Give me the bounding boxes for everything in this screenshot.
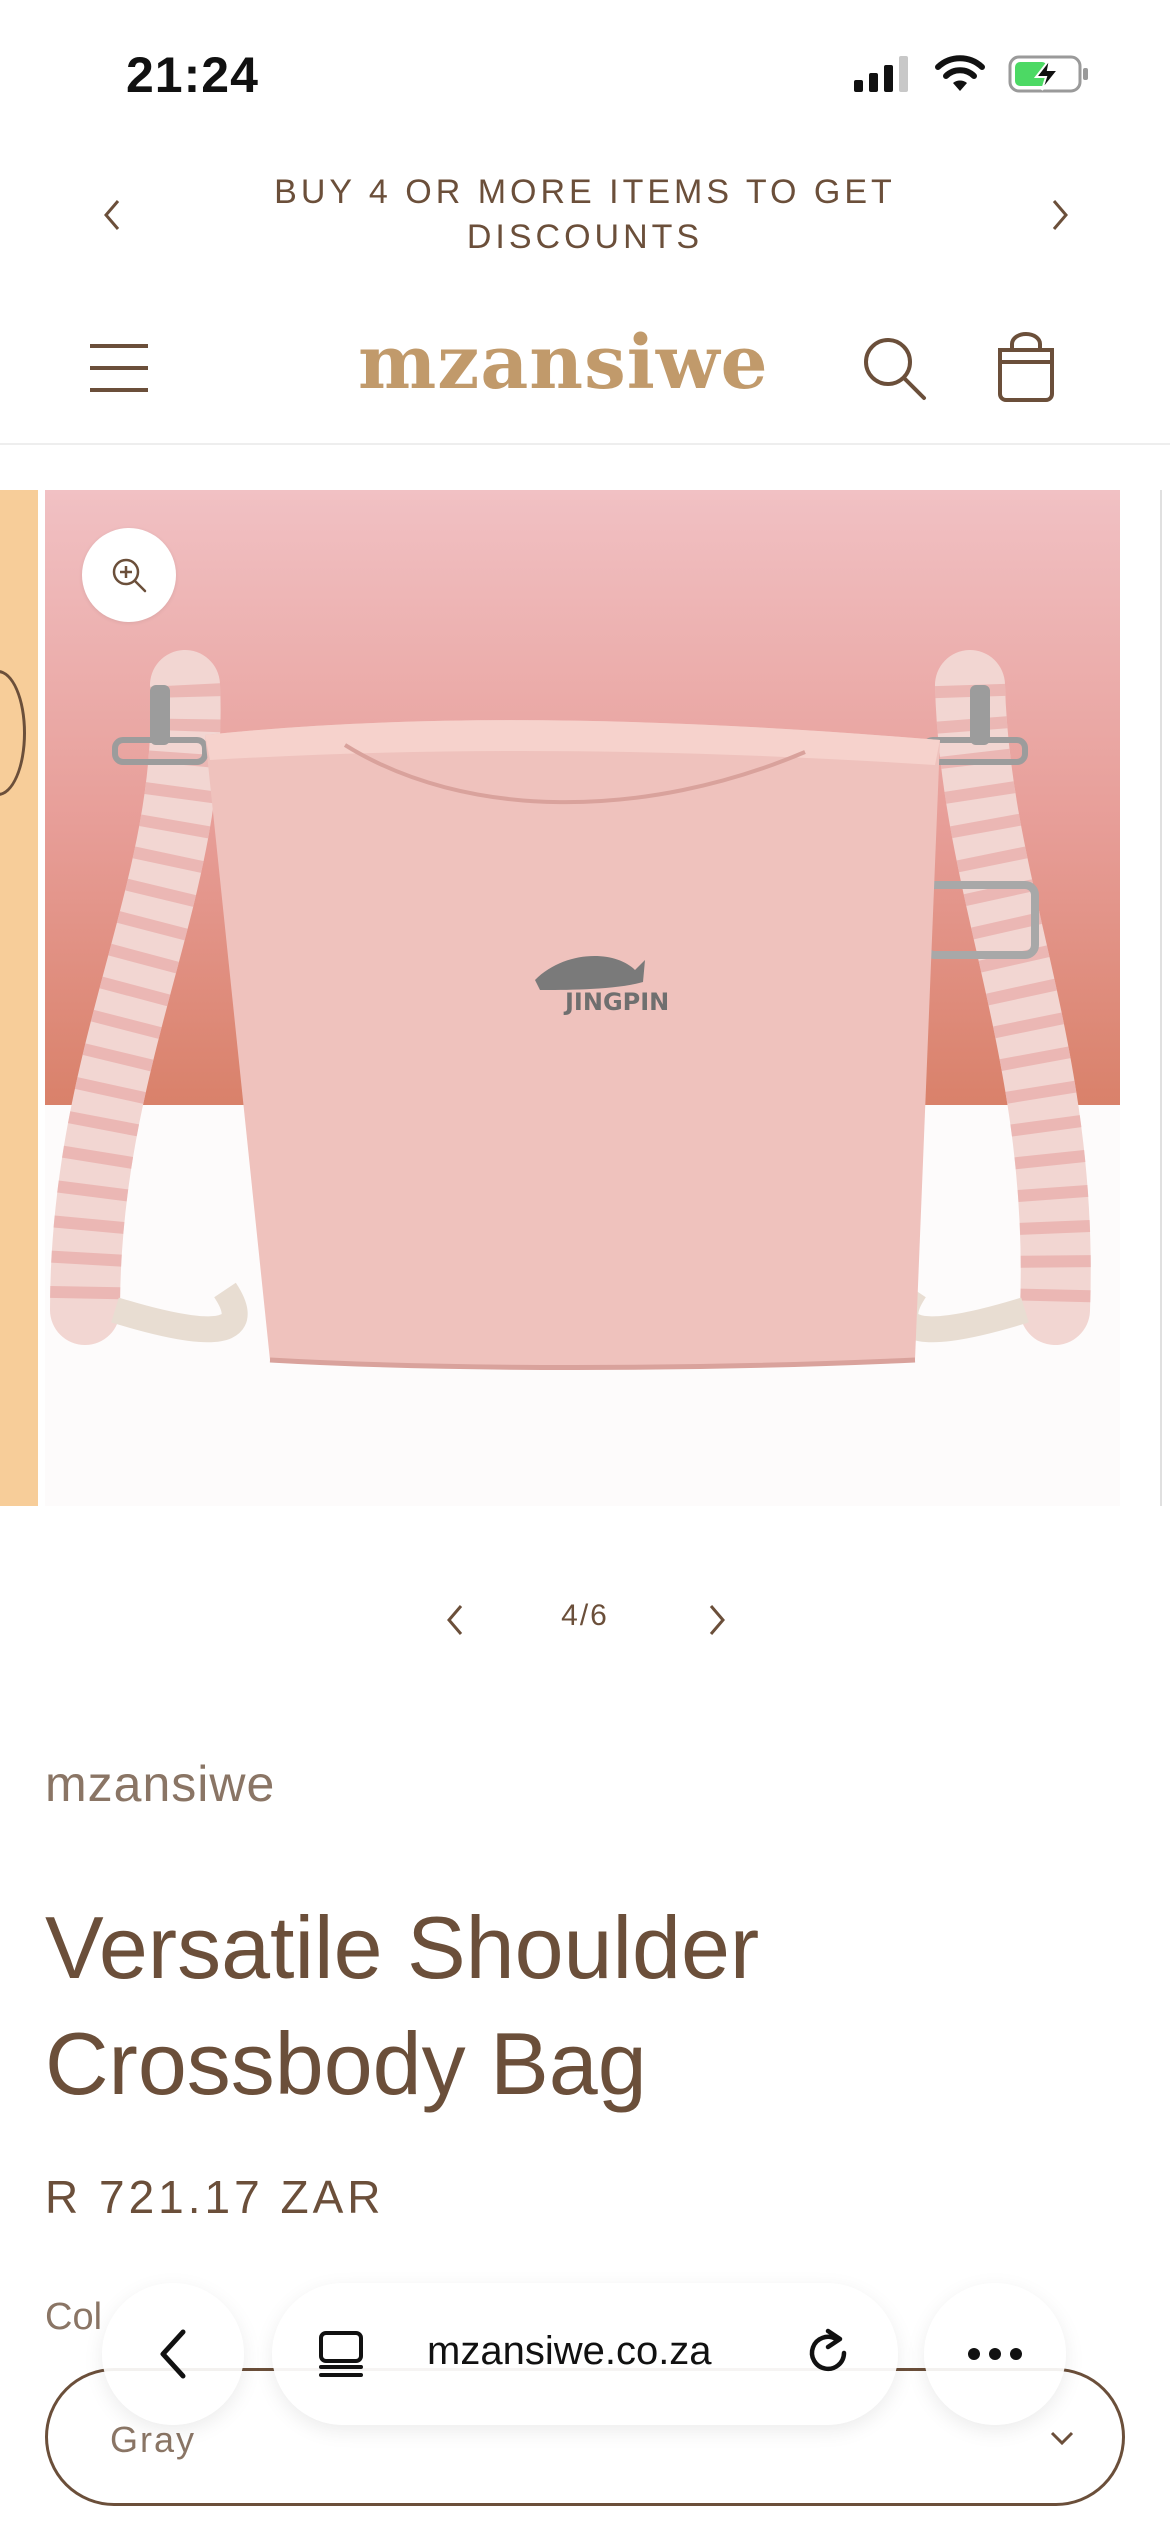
slider-prev-button[interactable] [430, 1595, 480, 1645]
url-text[interactable]: mzansiwe.co.za [427, 2329, 712, 2374]
status-bar: 21:24 [0, 0, 1170, 140]
product-gallery[interactable]: JINGPIN [0, 490, 1170, 1510]
signal-icon [854, 56, 908, 92]
announcement-next-button[interactable] [1040, 190, 1080, 240]
tabs-icon[interactable] [316, 2329, 366, 2379]
search-icon [864, 338, 926, 400]
slider-next-button[interactable] [692, 1595, 742, 1645]
product-title: Versatile Shoulder Crossbody Bag [45, 1898, 760, 2113]
browser-toolbar: mzansiwe.co.za [0, 2280, 1170, 2430]
menu-icon [90, 344, 148, 392]
product-brand-mark: JINGPIN [563, 988, 669, 1016]
chevron-left-icon [447, 1605, 463, 1635]
announcement-text: BUY 4 OR MORE ITEMS TO GET DISCOUNTS [274, 173, 896, 256]
status-time: 21:24 [126, 47, 259, 103]
reload-icon[interactable] [800, 2325, 856, 2381]
browser-back-button[interactable] [102, 2283, 244, 2425]
zoom-button[interactable] [82, 528, 176, 622]
chevron-right-icon [709, 1605, 725, 1635]
wifi-icon [935, 55, 985, 91]
cart-button[interactable] [990, 330, 1062, 404]
site-header: mzansiwe [0, 300, 1170, 445]
search-button[interactable] [860, 334, 930, 404]
site-logo[interactable]: mzansiwe [358, 320, 769, 406]
cart-icon [998, 332, 1054, 402]
slider-counter: 4/6 [561, 1599, 609, 1632]
battery-charging-icon [1008, 55, 1088, 93]
more-icon [968, 2348, 1022, 2360]
menu-button[interactable] [88, 338, 152, 398]
announcement-bar: BUY 4 OR MORE ITEMS TO GET DISCOUNTS [0, 150, 1170, 280]
slider-controls: 4/6 [0, 1585, 1170, 1655]
address-bar[interactable]: mzansiwe.co.za [272, 2283, 898, 2425]
previous-slide-peek[interactable] [0, 490, 38, 1506]
shoulder-bag-illustration: JINGPIN [50, 650, 1091, 1370]
chevron-right-icon [1052, 200, 1068, 230]
product-vendor: mzansiwe [45, 1756, 276, 1812]
status-icons [854, 54, 1090, 94]
chevron-left-icon [104, 200, 120, 230]
product-price: R 721.17 ZAR [45, 2171, 385, 2223]
next-slide-peek[interactable] [1160, 490, 1170, 1506]
zoom-in-icon [112, 558, 147, 593]
announcement-prev-button[interactable] [92, 190, 132, 240]
back-icon [160, 2329, 186, 2379]
browser-more-button[interactable] [924, 2283, 1066, 2425]
